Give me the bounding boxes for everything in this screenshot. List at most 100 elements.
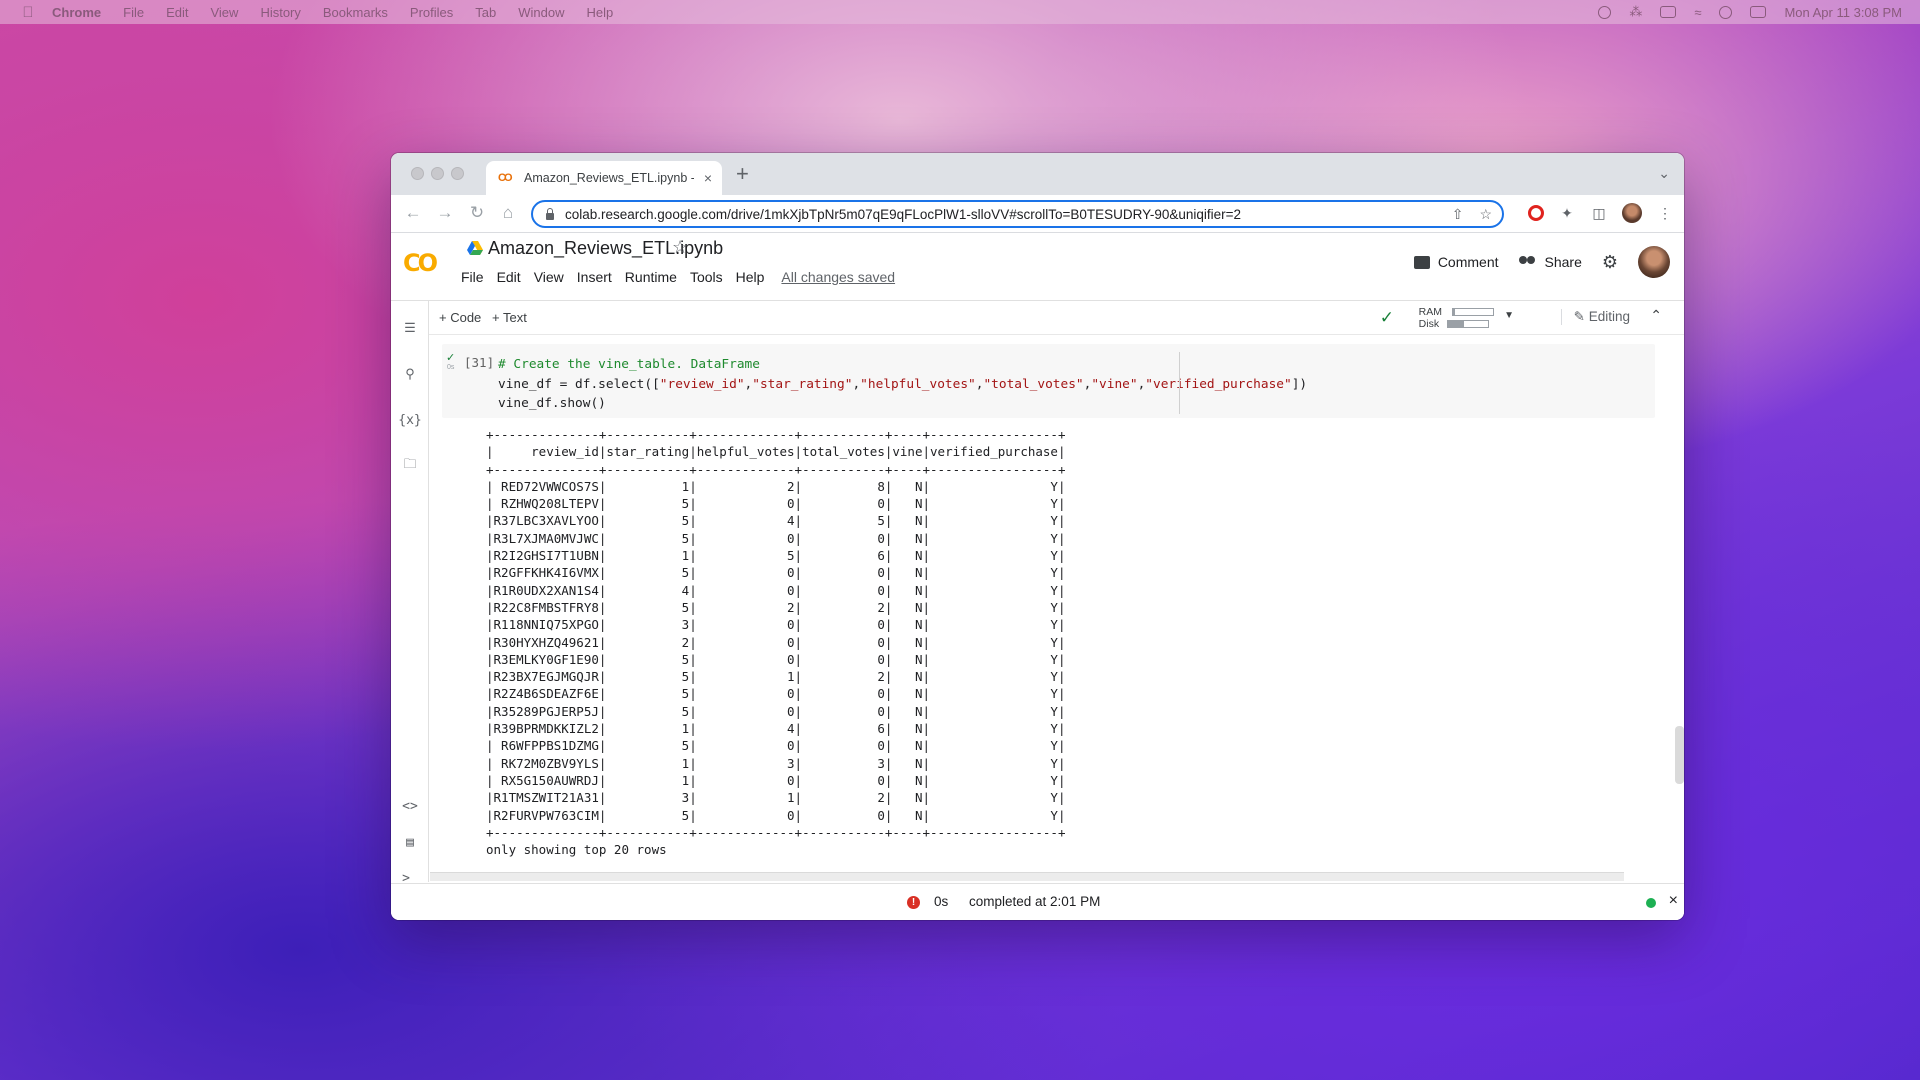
- address-bar[interactable]: colab.research.google.com/drive/1mkXjbTp…: [531, 200, 1504, 228]
- table-row: |R37LBC3XAVLYOO| 5| 4| 5| N| Y|: [486, 513, 1066, 529]
- disk-usage-fill: [1448, 321, 1465, 328]
- extensions-area: ✦ ◫ ⋮: [1528, 203, 1674, 223]
- account-avatar[interactable]: [1638, 246, 1670, 278]
- table-of-contents-icon[interactable]: ☰: [401, 319, 419, 337]
- control-center-icon[interactable]: [1750, 6, 1767, 18]
- horizontal-scrollbar[interactable]: [430, 872, 1624, 881]
- people-icon: [1518, 256, 1537, 268]
- files-folder-icon[interactable]: 🗀: [401, 457, 419, 475]
- chrome-window: CO Amazon_Reviews_ETL.ipynb - × + ⌄ ← → …: [391, 153, 1684, 920]
- code-column-total-votes: "total_votes": [983, 376, 1084, 392]
- new-tab-button[interactable]: +: [736, 163, 749, 185]
- zoom-window-button[interactable]: [451, 167, 464, 180]
- profile-avatar[interactable]: [1622, 203, 1642, 223]
- colab-menu-help[interactable]: Help: [736, 269, 765, 285]
- vertical-scrollbar-thumb[interactable]: [1675, 726, 1684, 784]
- disk-usage-bar: [1447, 320, 1490, 329]
- table-row: |R2I2GHSI7T1UBN| 1| 5| 6| N| Y|: [486, 548, 1066, 564]
- tab-search-chevron-icon[interactable]: ⌄: [1658, 165, 1670, 182]
- menu-tab[interactable]: Tab: [475, 5, 496, 20]
- reload-icon[interactable]: ↻: [467, 203, 487, 223]
- minimize-window-button[interactable]: [431, 167, 444, 180]
- colab-menu-runtime[interactable]: Runtime: [625, 269, 677, 285]
- browser-toolbar: ← → ↻ ⌂ colab.research.google.com/drive/…: [391, 195, 1684, 233]
- ram-usage-fill: [1453, 309, 1455, 316]
- code-cell[interactable]: ✓ 0s [31] # Create the vine_table. DataF…: [442, 344, 1655, 418]
- table-border-top: +--------------+-----------+------------…: [486, 427, 1066, 442]
- table-row: | RZHWQ208LTEPV| 5| 0| 0| N| Y|: [486, 496, 1066, 512]
- editing-label: Editing: [1588, 309, 1630, 324]
- tab-close-icon[interactable]: ×: [704, 170, 712, 186]
- home-icon[interactable]: ⌂: [498, 203, 518, 223]
- save-status-link[interactable]: All changes saved: [781, 269, 895, 285]
- chrome-menu-kebab-icon[interactable]: ⋮: [1656, 204, 1674, 222]
- cell-run-check-icon[interactable]: ✓: [446, 351, 455, 364]
- menu-profiles[interactable]: Profiles: [410, 5, 453, 20]
- table-row: |R39BPRMDKKIZL2| 1| 4| 6| N| Y|: [486, 721, 1066, 737]
- table-row: | RK72M0ZBV9YLS| 1| 3| 3| N| Y|: [486, 755, 1066, 771]
- google-drive-icon[interactable]: [467, 241, 483, 255]
- apple-logo-icon[interactable]: : [18, 2, 38, 22]
- ram-usage-bar: [1452, 308, 1494, 317]
- spotlight-search-icon[interactable]: [1719, 5, 1733, 19]
- resource-monitor[interactable]: RAM Disk: [1419, 306, 1494, 330]
- menu-file[interactable]: File: [123, 5, 144, 20]
- menu-bookmarks[interactable]: Bookmarks: [323, 5, 388, 20]
- variables-icon[interactable]: {x}: [398, 411, 421, 429]
- menu-window[interactable]: Window: [518, 5, 564, 20]
- add-code-cell-button[interactable]: + Code: [439, 310, 481, 325]
- menu-edit[interactable]: Edit: [166, 5, 188, 20]
- table-row: |R3L7XJMA0MVJWC| 5| 0| 0| N| Y|: [486, 530, 1066, 546]
- table-row: | RX5G150AUWRDJ| 1| 0| 0| N| Y|: [486, 772, 1066, 788]
- menu-view[interactable]: View: [210, 5, 238, 20]
- bookmark-star-icon[interactable]: ☆: [1479, 206, 1492, 223]
- colab-logo[interactable]: CO: [403, 249, 438, 277]
- menu-history[interactable]: History: [260, 5, 300, 20]
- colab-menu-insert[interactable]: Insert: [577, 269, 612, 285]
- colab-menu-file[interactable]: File: [461, 269, 484, 285]
- settings-gear-icon[interactable]: ⚙: [1602, 252, 1618, 273]
- bluetooth-icon[interactable]: ⁂: [1629, 4, 1642, 20]
- lock-icon[interactable]: [545, 208, 555, 220]
- comment-button[interactable]: Comment: [1413, 254, 1499, 270]
- status-close-icon[interactable]: ×: [1669, 892, 1678, 910]
- editing-mode-button[interactable]: ✎ Editing: [1560, 309, 1630, 325]
- runtime-dropdown-caret-icon[interactable]: ▼: [1504, 310, 1514, 321]
- address-url[interactable]: colab.research.google.com/drive/1mkXjbTp…: [565, 207, 1241, 222]
- search-icon[interactable]: ⚲: [401, 365, 419, 383]
- colab-menu-edit[interactable]: Edit: [497, 269, 521, 285]
- add-text-cell-button[interactable]: + Text: [492, 310, 527, 325]
- back-arrow-icon[interactable]: ←: [403, 203, 423, 223]
- menu-help[interactable]: Help: [587, 5, 614, 20]
- error-alert-icon[interactable]: !: [907, 896, 920, 909]
- tab-colab-notebook[interactable]: CO Amazon_Reviews_ETL.ipynb - ×: [486, 161, 722, 195]
- table-border-bottom: +--------------+-----------+------------…: [486, 824, 1066, 840]
- close-window-button[interactable]: [411, 167, 424, 180]
- code-column-verified-purchase: "verified_purchase": [1145, 376, 1292, 392]
- menubar-clock[interactable]: Mon Apr 11 3:08 PM: [1784, 5, 1902, 20]
- forward-arrow-icon[interactable]: →: [435, 203, 455, 223]
- side-panel-icon[interactable]: ◫: [1590, 204, 1608, 222]
- status-bar: ! 0s completed at 2:01 PM ×: [391, 883, 1684, 920]
- execution-count: [31]: [464, 355, 495, 370]
- menu-chrome[interactable]: Chrome: [52, 5, 101, 20]
- colab-menu-tools[interactable]: Tools: [690, 269, 723, 285]
- code-snippets-icon[interactable]: <>: [401, 797, 419, 815]
- table-row: |R30HYXHZQ49621| 2| 0| 0| N| Y|: [486, 634, 1066, 650]
- opera-extension-icon[interactable]: [1528, 205, 1544, 221]
- tab-strip: CO Amazon_Reviews_ETL.ipynb - × + ⌄: [391, 153, 1684, 195]
- star-notebook-icon[interactable]: ☆: [672, 237, 688, 258]
- cell-run-time: 0s: [447, 364, 455, 371]
- share-page-icon[interactable]: ⇧: [1452, 206, 1464, 223]
- colab-menu-view[interactable]: View: [534, 269, 564, 285]
- cell-toolbar: + Code + Text ✓ RAM Disk ▼ ✎ Editing ⌃: [429, 301, 1684, 335]
- wifi-icon[interactable]: ≈: [1694, 5, 1701, 20]
- extensions-puzzle-icon[interactable]: ✦: [1558, 204, 1576, 222]
- share-button[interactable]: Share: [1518, 254, 1582, 270]
- status-completed: completed at 2:01 PM: [969, 894, 1101, 909]
- cloud-icon[interactable]: [1598, 5, 1612, 19]
- command-palette-icon[interactable]: ▤: [401, 833, 419, 851]
- battery-icon[interactable]: [1660, 6, 1677, 18]
- collapse-header-chevron-icon[interactable]: ⌃: [1650, 307, 1662, 324]
- code-editor[interactable]: # Create the vine_table. DataFrame vine_…: [498, 355, 1307, 414]
